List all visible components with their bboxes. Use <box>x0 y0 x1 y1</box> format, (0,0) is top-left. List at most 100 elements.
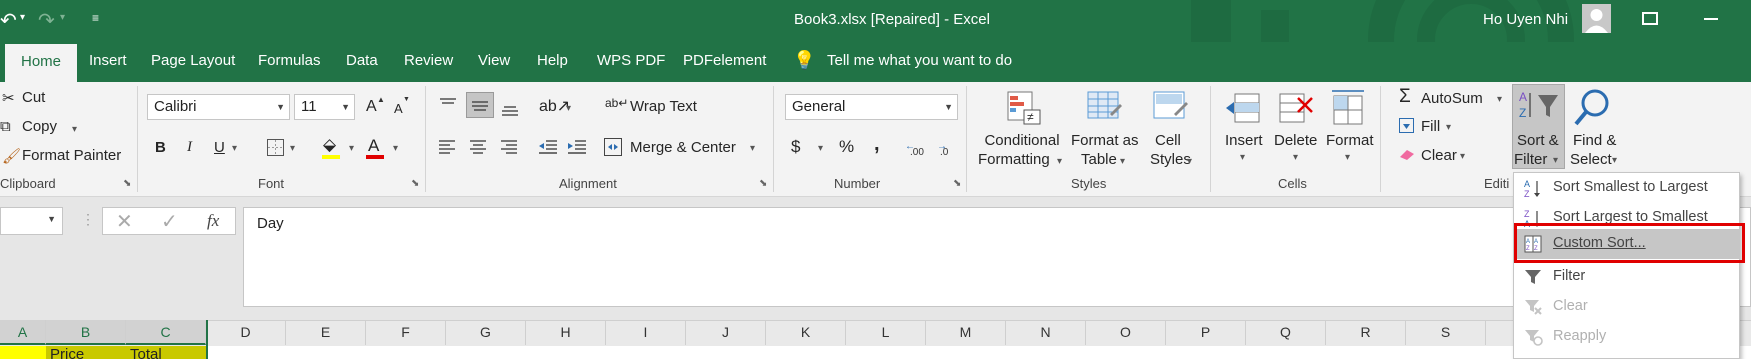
column-header-n[interactable]: N <box>1006 320 1086 345</box>
find-select-line2[interactable]: Select <box>1570 151 1612 168</box>
menu-item-filter[interactable]: Filter <box>1513 262 1740 292</box>
cell-styles-line2[interactable]: Styles <box>1150 151 1191 168</box>
format-as-table-line1[interactable]: Format as <box>1071 132 1139 149</box>
clipboard-launcher-icon[interactable]: ⬊ <box>123 178 131 189</box>
decrease-indent-icon[interactable] <box>538 138 558 159</box>
sort-filter-line1[interactable]: Sort & <box>1517 132 1559 149</box>
customize-qat-icon[interactable]: ≡ <box>92 11 99 25</box>
fill-color-icon[interactable]: ⬙ <box>323 135 336 155</box>
font-color-button[interactable]: A <box>368 136 379 156</box>
font-color-dropdown-icon[interactable]: ▾ <box>393 143 398 154</box>
cell-c1[interactable]: Total <box>126 346 206 359</box>
ribbon-display-icon[interactable] <box>1642 12 1658 25</box>
column-header-a[interactable]: A <box>0 320 46 345</box>
merge-dropdown-icon[interactable]: ▾ <box>750 143 755 154</box>
chevron-down-icon[interactable]: ▼ <box>276 95 285 119</box>
borders-dropdown-icon[interactable]: ▾ <box>290 143 295 154</box>
currency-dropdown-icon[interactable]: ▾ <box>818 143 823 154</box>
clear-dropdown-icon[interactable]: ▾ <box>1460 151 1465 162</box>
conditional-formatting-line2[interactable]: Formatting <box>978 151 1050 168</box>
avatar[interactable] <box>1582 4 1611 33</box>
shrink-font-button[interactable]: A <box>394 101 403 116</box>
cut-button[interactable]: Cut <box>22 89 45 106</box>
undo-dropdown-icon[interactable]: ▾ <box>20 12 25 23</box>
currency-button[interactable]: $ <box>791 137 800 157</box>
column-header-r[interactable]: R <box>1326 320 1406 345</box>
column-header-e[interactable]: E <box>286 320 366 345</box>
increase-decimal-button[interactable]: .00 <box>910 147 924 158</box>
format-cells-button[interactable]: Format <box>1326 132 1374 149</box>
chevron-down-icon[interactable]: ▼ <box>47 214 56 224</box>
delete-cells-button[interactable]: Delete <box>1274 132 1317 149</box>
chevron-down-icon[interactable]: ▾ <box>1293 152 1298 163</box>
chevron-down-icon[interactable]: ▾ <box>1612 155 1617 166</box>
column-header-b[interactable]: B <box>46 320 126 345</box>
column-header-o[interactable]: O <box>1086 320 1166 345</box>
chevron-down-icon[interactable]: ▼ <box>341 95 350 119</box>
tab-wps-pdf[interactable]: WPS PDF <box>597 52 665 69</box>
column-header-s[interactable]: S <box>1406 320 1486 345</box>
minimize-icon[interactable] <box>1704 18 1718 20</box>
name-box[interactable]: ▼ <box>0 207 63 235</box>
increase-indent-icon[interactable] <box>567 138 587 159</box>
align-right-icon[interactable] <box>500 138 518 159</box>
chevron-down-icon[interactable]: ▾ <box>1345 152 1350 163</box>
column-header-d[interactable]: D <box>206 320 286 345</box>
tell-me-search[interactable]: Tell me what you want to do <box>827 52 1012 69</box>
enter-icon[interactable]: ✓ <box>161 209 178 234</box>
copy-dropdown-icon[interactable]: ▾ <box>72 124 77 135</box>
align-center-icon[interactable] <box>469 138 487 159</box>
tab-home[interactable]: Home <box>5 44 78 82</box>
copy-button[interactable]: Copy <box>22 118 57 135</box>
orientation-dropdown-icon[interactable]: ▾ <box>566 103 571 114</box>
middle-align-icon[interactable] <box>466 92 494 118</box>
tab-data[interactable]: Data <box>346 52 378 69</box>
comma-button[interactable]: , <box>874 133 880 156</box>
cell-b1[interactable]: Price <box>46 346 126 359</box>
font-size-combo[interactable]: 11 ▼ <box>294 94 355 120</box>
top-align-icon[interactable] <box>438 97 458 116</box>
grow-font-button[interactable]: A <box>366 98 377 116</box>
cancel-icon[interactable]: ✕ <box>116 209 133 234</box>
tab-insert[interactable]: Insert <box>89 52 127 69</box>
insert-cells-button[interactable]: Insert <box>1225 132 1263 149</box>
bold-button[interactable]: B <box>155 139 166 156</box>
fill-color-dropdown-icon[interactable]: ▾ <box>349 143 354 154</box>
conditional-formatting-line1[interactable]: Conditional <box>982 132 1062 149</box>
tab-view[interactable]: View <box>478 52 510 69</box>
redo-dropdown-icon[interactable]: ▾ <box>60 12 65 23</box>
column-header-g[interactable]: G <box>446 320 526 345</box>
decrease-decimal-button[interactable]: .0 <box>940 147 948 158</box>
bottom-align-icon[interactable] <box>500 101 520 122</box>
autosum-button[interactable]: AutoSum <box>1421 90 1483 107</box>
alignment-launcher-icon[interactable]: ⬊ <box>759 178 767 189</box>
underline-button[interactable]: U <box>214 139 225 156</box>
chevron-down-icon[interactable]: ▼ <box>944 95 953 119</box>
number-format-combo[interactable]: General ▼ <box>785 94 958 120</box>
chevron-down-icon[interactable]: ▾ <box>1553 155 1558 166</box>
clear-button[interactable]: Clear <box>1421 147 1457 164</box>
chevron-down-icon[interactable]: ▾ <box>1240 152 1245 163</box>
format-painter-button[interactable]: Format Painter <box>22 147 121 164</box>
column-header-j[interactable]: J <box>686 320 766 345</box>
cell-a1[interactable] <box>0 346 46 359</box>
tab-formulas[interactable]: Formulas <box>258 52 321 69</box>
fill-button[interactable]: Fill <box>1421 118 1440 135</box>
underline-dropdown-icon[interactable]: ▾ <box>232 143 237 154</box>
italic-button[interactable]: I <box>187 139 192 156</box>
autosum-dropdown-icon[interactable]: ▾ <box>1497 94 1502 105</box>
tab-pdfelement[interactable]: PDFelement <box>683 52 766 69</box>
insert-function-button[interactable]: fx <box>207 211 219 231</box>
column-header-p[interactable]: P <box>1166 320 1246 345</box>
tab-help[interactable]: Help <box>537 52 568 69</box>
format-as-table-line2[interactable]: Table <box>1081 151 1117 168</box>
font-name-combo[interactable]: Calibri ▼ <box>147 94 290 120</box>
percent-button[interactable]: % <box>839 137 854 157</box>
chevron-down-icon[interactable]: ▾ <box>1057 156 1062 167</box>
column-header-m[interactable]: M <box>926 320 1006 345</box>
undo-icon[interactable]: ↶ <box>0 8 17 33</box>
menu-item-reapply[interactable]: Reapply <box>1513 322 1740 352</box>
wrap-text-button[interactable]: Wrap Text <box>630 98 697 115</box>
column-header-h[interactable]: H <box>526 320 606 345</box>
tab-page-layout[interactable]: Page Layout <box>151 52 235 69</box>
